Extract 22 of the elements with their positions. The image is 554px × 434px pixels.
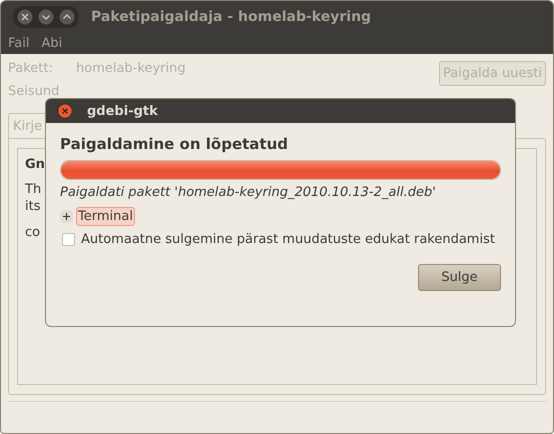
minimize-icon[interactable]: [37, 8, 55, 26]
window-title: Paketipaigaldaja - homelab-keyring: [91, 8, 372, 24]
menu-item[interactable]: Abi: [41, 36, 62, 50]
status-message: Paigaldati pakett 'homelab-keyring_2010.10.13-2_all.deb': [60, 185, 437, 200]
dialog-heading: Paigaldamine on lõpetatud: [60, 135, 290, 153]
expander-icon[interactable]: [60, 210, 73, 223]
description-text: Th: [25, 181, 42, 198]
description-text: its: [25, 198, 40, 215]
close-button[interactable]: Sulge: [418, 264, 501, 291]
field-label: Pakett:: [8, 61, 54, 76]
checkbox-label: Automaatne sulgemine pärast muudatuste edukat rakendamist: [81, 232, 495, 247]
field-label: Seisund: [8, 84, 60, 99]
menu-item[interactable]: Fail: [8, 36, 30, 50]
description-heading: Gn: [25, 157, 45, 172]
field-value: homelab-keyring: [76, 61, 186, 76]
close-icon[interactable]: [16, 8, 34, 26]
terminal-expander[interactable]: Terminal: [76, 207, 135, 226]
description-text: co: [25, 224, 40, 241]
maximize-icon[interactable]: [58, 8, 76, 26]
dialog-title: gdebi-gtk: [87, 104, 158, 118]
close-icon[interactable]: [57, 103, 73, 119]
checkbox[interactable]: [62, 233, 75, 246]
